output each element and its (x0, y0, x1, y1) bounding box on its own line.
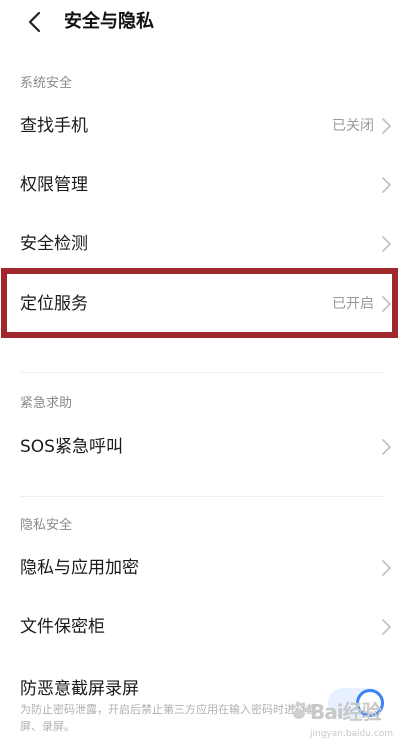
chevron-right-icon (380, 117, 392, 135)
chevron-right-icon (380, 559, 392, 577)
page-title: 安全与隐私 (64, 11, 154, 32)
chevron-right-icon (380, 235, 392, 253)
find-phone-label: 查找手机 (20, 116, 88, 136)
chevron-right-icon (380, 438, 392, 456)
highlight-box (1, 268, 398, 338)
privacy-app-encryption-label: 隐私与应用加密 (20, 558, 139, 578)
chevron-right-icon (380, 618, 392, 636)
section-label-emergency: 紧急求助 (20, 396, 73, 411)
security-check-row[interactable]: 安全检测 (0, 216, 408, 274)
chevron-left-icon[interactable] (24, 10, 48, 34)
watermark-logo-text: Bai经验 (310, 700, 382, 724)
permission-management-row[interactable]: 权限管理 (0, 157, 408, 215)
chevron-right-icon (380, 176, 392, 194)
paw-logo-icon (288, 700, 310, 722)
security-check-label: 安全检测 (20, 234, 88, 254)
file-safe-row[interactable]: 文件保密柜 (0, 599, 408, 657)
sos-call-row[interactable]: SOS紧急呼叫 (0, 419, 408, 477)
section-divider (20, 496, 384, 497)
section-label-privacy: 隐私安全 (20, 518, 73, 533)
baidu-jingyan-watermark: Bai经验 jingyan.baidu.com (288, 698, 400, 752)
find-phone-status: 已关闭 (332, 118, 374, 134)
privacy-app-encryption-row[interactable]: 隐私与应用加密 (0, 540, 408, 598)
anti-screenshot-description: 为防止密码泄露，开启后禁止第三方应用在输入密码时进行截屏、录屏。 (20, 703, 317, 733)
file-safe-label: 文件保密柜 (20, 617, 105, 637)
permission-management-label: 权限管理 (20, 175, 88, 195)
sos-call-label: SOS紧急呼叫 (20, 437, 123, 457)
section-label-system-security: 系统安全 (20, 76, 73, 91)
top-bar: 安全与隐私 (0, 0, 408, 48)
anti-screenshot-label: 防恶意截屏录屏 (20, 679, 139, 699)
find-phone-row[interactable]: 查找手机 已关闭 (0, 98, 408, 156)
watermark-url: jingyan.baidu.com (310, 729, 394, 739)
section-divider (20, 372, 384, 373)
